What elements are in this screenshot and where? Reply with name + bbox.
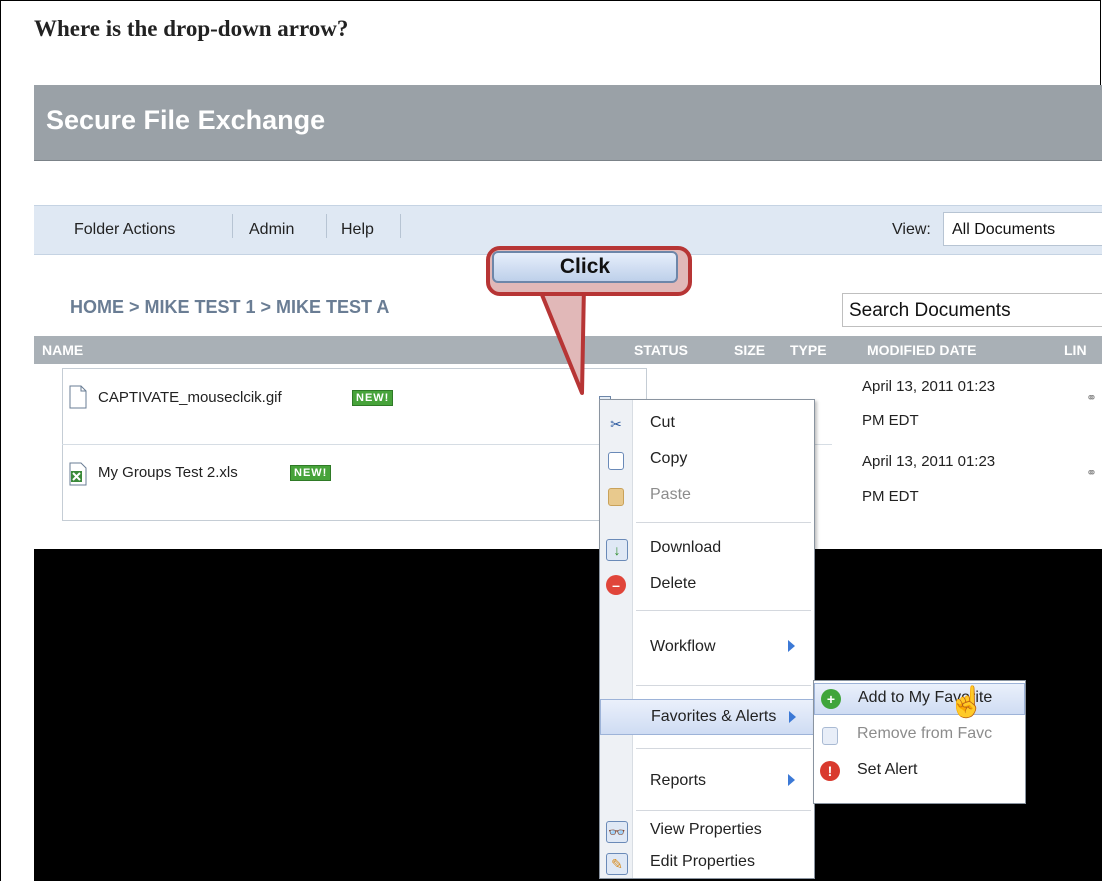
toolbar-separator	[400, 214, 401, 238]
callout-label: Click	[492, 251, 678, 283]
toolbar-help[interactable]: Help	[341, 221, 374, 239]
menu-item-copy[interactable]: Copy	[600, 444, 814, 476]
alert-icon: !	[820, 761, 840, 781]
modified-date: PM EDT	[862, 412, 919, 429]
document-icon	[822, 727, 838, 745]
menu-item-download[interactable]: ↓ Download	[600, 533, 814, 565]
hand-cursor-icon: ☝	[948, 686, 986, 719]
column-modified-date[interactable]: MODIFIED DATE	[867, 342, 976, 358]
submenu-arrow-icon	[788, 640, 795, 652]
menu-item-label: Remove from Favc	[857, 725, 993, 742]
file-name[interactable]: CAPTIVATE_mouseclcik.gif	[98, 389, 282, 406]
add-icon: +	[821, 689, 841, 709]
download-icon: ↓	[606, 539, 628, 561]
menu-item-cut[interactable]: ✂ Cut	[600, 408, 814, 440]
menu-separator	[636, 748, 811, 749]
copy-icon	[608, 452, 624, 470]
menu-item-remove-favorite[interactable]: Remove from Favc	[814, 719, 1025, 751]
menu-item-label: Reports	[650, 772, 707, 789]
delete-icon: –	[606, 575, 626, 595]
view-select[interactable]: All Documents	[943, 212, 1102, 246]
menu-item-label: Favorites & Alerts	[651, 708, 777, 725]
column-status[interactable]: STATUS	[634, 342, 688, 358]
toolbar-folder-actions[interactable]: Folder Actions	[74, 221, 175, 239]
menu-item-label: Set Alert	[857, 761, 918, 778]
menu-item-delete[interactable]: – Delete	[600, 569, 814, 601]
breadcrumb[interactable]: HOME > MIKE TEST 1 > MIKE TEST A	[70, 297, 389, 318]
menu-item-label: Cut	[650, 414, 675, 431]
column-name[interactable]: NAME	[42, 342, 83, 358]
menu-item-set-alert[interactable]: ! Set Alert	[814, 755, 1025, 787]
menu-item-edit-properties[interactable]: ✎ Edit Properties	[600, 847, 814, 879]
column-type[interactable]: TYPE	[790, 342, 827, 358]
callout: Click	[486, 246, 692, 296]
toolbar-separator	[326, 214, 327, 238]
menu-item-label: Copy	[650, 450, 688, 467]
context-menu: ✂ Cut Copy Paste ↓ Download – Delete Wor…	[599, 399, 815, 879]
question-heading: Where is the drop-down arrow?	[34, 16, 349, 41]
toolbar-admin[interactable]: Admin	[249, 221, 294, 239]
binoculars-icon: 👓	[606, 821, 628, 843]
link-icon[interactable]: ⚭	[1086, 390, 1097, 406]
toolbar-separator	[232, 214, 233, 238]
pencil-icon: ✎	[606, 853, 628, 875]
submenu-arrow-icon	[788, 774, 795, 786]
menu-item-reports[interactable]: Reports	[600, 766, 814, 798]
menu-item-label: Delete	[650, 575, 697, 592]
menu-separator	[636, 610, 811, 611]
menu-item-add-favorite[interactable]: + Add to My Favorite	[814, 683, 1025, 715]
scissors-icon: ✂	[610, 416, 622, 432]
menu-item-label: Download	[650, 539, 722, 556]
submenu-arrow-icon	[789, 711, 796, 723]
menu-item-view-properties[interactable]: 👓 View Properties	[600, 815, 814, 847]
menu-separator	[636, 685, 811, 686]
file-icon	[69, 385, 87, 409]
column-link[interactable]: LIN	[1064, 342, 1087, 358]
app-banner: Secure File Exchange	[34, 85, 1102, 161]
menu-item-label: View Properties	[650, 821, 762, 838]
app-title: Secure File Exchange	[46, 105, 326, 135]
clipboard-icon	[608, 488, 624, 506]
menu-item-favorites-alerts[interactable]: Favorites & Alerts	[600, 699, 814, 735]
menu-item-workflow[interactable]: Workflow	[600, 632, 814, 664]
modified-date: PM EDT	[862, 488, 919, 505]
favorites-submenu: + Add to My Favorite Remove from Favc ! …	[813, 680, 1026, 804]
new-badge: NEW!	[352, 390, 394, 406]
search-input[interactable]: Search Documents	[842, 293, 1102, 327]
menu-separator	[636, 522, 811, 523]
view-label: View:	[892, 221, 931, 238]
new-badge: NEW!	[290, 465, 332, 481]
column-size[interactable]: SIZE	[734, 342, 765, 358]
menu-item-label: Paste	[650, 486, 691, 503]
modified-date: April 13, 2011 01:23	[862, 378, 996, 395]
menu-item-label: Edit Properties	[650, 853, 755, 870]
app-screenshot: Secure File Exchange Folder Actions Admi…	[34, 85, 1102, 881]
menu-item-paste[interactable]: Paste	[600, 480, 814, 512]
excel-file-icon	[69, 462, 87, 486]
menu-item-label: Workflow	[650, 638, 716, 655]
link-icon[interactable]: ⚭	[1086, 465, 1097, 481]
file-name[interactable]: My Groups Test 2.xls	[98, 464, 238, 481]
modified-date: April 13, 2011 01:23	[862, 453, 996, 470]
callout-pointer	[536, 285, 586, 395]
menu-separator	[636, 810, 811, 811]
